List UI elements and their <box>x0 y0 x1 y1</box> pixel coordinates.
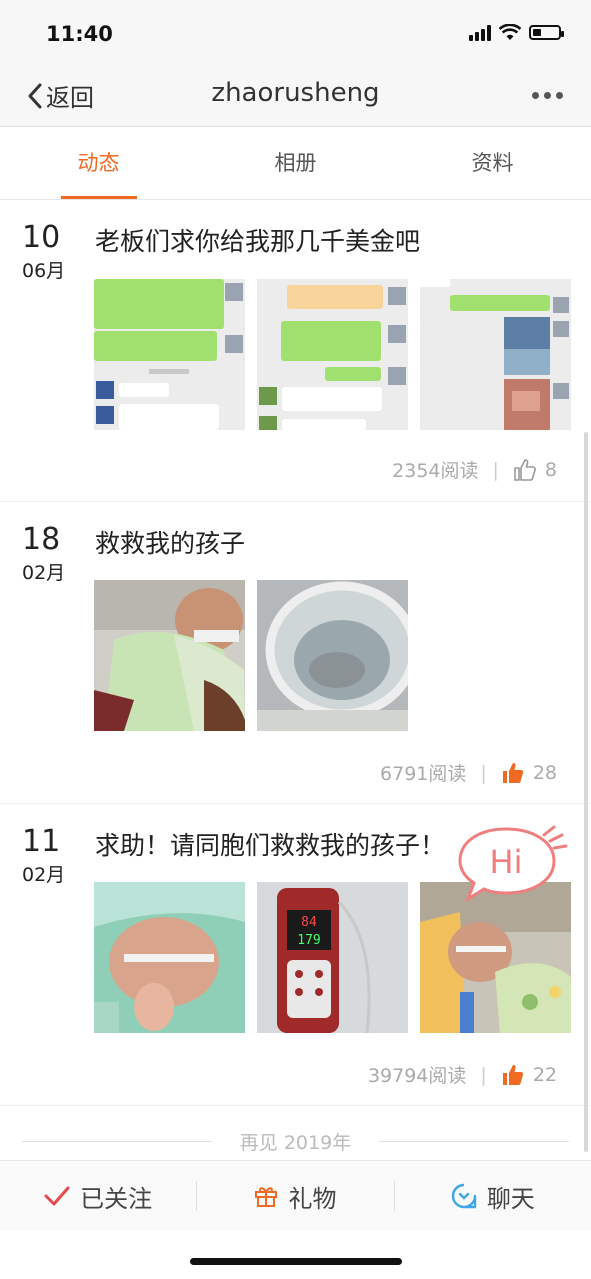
thumbs-up-outline-icon <box>514 458 536 481</box>
hi-sticker: Hi <box>458 825 568 907</box>
follow-button[interactable]: 已关注 <box>0 1179 196 1214</box>
nav-bar: 返回 zhaorusheng <box>0 66 591 127</box>
signal-icon <box>469 24 491 41</box>
divider: | <box>480 761 487 784</box>
chat-icon <box>451 1183 477 1209</box>
post-month: 02月 <box>22 864 66 886</box>
hi-text: Hi <box>490 843 523 881</box>
more-icon[interactable] <box>532 92 563 99</box>
bottom-action-bar: 已关注 礼物 聊天 <box>0 1160 591 1231</box>
post-title: 老板们求你给我那几千美金吧 <box>95 227 421 256</box>
svg-text:179: 179 <box>297 933 320 948</box>
post-stats: 6791阅读 | 28 <box>380 759 557 786</box>
like-button[interactable]: 28 <box>501 761 557 785</box>
tab-profile[interactable]: 资料 <box>394 127 591 199</box>
post-images <box>94 580 408 731</box>
read-count: 39794阅读 <box>367 1065 467 1087</box>
battery-icon <box>529 25 564 40</box>
gift-label: 礼物 <box>288 1184 337 1213</box>
gift-button[interactable]: 礼物 <box>197 1179 393 1214</box>
like-count: 8 <box>544 458 557 481</box>
post-item[interactable]: 18 02月 救救我的孩子 6791阅读 | 28 <box>0 502 591 804</box>
wifi-icon <box>499 24 521 40</box>
chat-label: 聊天 <box>486 1184 535 1213</box>
post-image[interactable] <box>94 882 245 1033</box>
year-end-divider: 再见 2019年 <box>0 1128 591 1155</box>
post-image[interactable] <box>257 279 408 430</box>
check-icon <box>44 1186 70 1206</box>
thumbs-up-filled-icon <box>502 1064 523 1085</box>
chat-button[interactable]: 聊天 <box>395 1179 591 1214</box>
post-day: 18 <box>22 522 61 557</box>
post-image[interactable] <box>420 279 571 430</box>
post-item[interactable]: 10 06月 老板们求你给我那几千美金吧 2354阅读 | 8 <box>0 200 591 502</box>
thumbs-up-filled-icon <box>502 762 523 783</box>
like-button[interactable]: 8 <box>513 458 557 482</box>
post-date: 18 02月 <box>22 524 65 585</box>
svg-text:84: 84 <box>301 915 317 930</box>
like-count: 28 <box>532 761 557 784</box>
status-time: 11:40 <box>46 22 113 46</box>
read-count: 6791阅读 <box>380 763 467 785</box>
follow-label: 已关注 <box>80 1184 153 1213</box>
post-month: 02月 <box>22 562 66 584</box>
post-title: 求助！请同胞们救救我的孩子！ <box>95 831 446 860</box>
status-icons <box>469 24 564 41</box>
post-title: 救救我的孩子 <box>95 529 246 558</box>
page-title: zhaorusheng <box>211 78 380 108</box>
status-bar: 11:40 <box>0 0 591 66</box>
tab-bar: 动态 相册 资料 <box>0 127 591 200</box>
gift-icon <box>255 1187 278 1207</box>
post-image[interactable] <box>94 580 245 731</box>
divider: | <box>480 1063 487 1086</box>
post-date: 10 06月 <box>22 222 65 283</box>
home-indicator <box>190 1258 402 1265</box>
post-image[interactable] <box>257 580 408 731</box>
post-stats: 2354阅读 | 8 <box>392 456 557 483</box>
post-day: 10 <box>22 220 61 255</box>
like-button[interactable]: 22 <box>501 1063 557 1087</box>
post-month: 06月 <box>22 260 66 282</box>
post-image[interactable] <box>94 279 245 430</box>
tab-album[interactable]: 相册 <box>197 127 394 199</box>
read-count: 2354阅读 <box>392 460 479 482</box>
post-image[interactable]: 84 179 <box>257 882 408 1033</box>
like-count: 22 <box>532 1063 557 1086</box>
post-date: 11 02月 <box>22 826 65 887</box>
divider: | <box>492 458 499 481</box>
year-end-label: 再见 2019年 <box>239 1132 352 1154</box>
post-day: 11 <box>22 824 61 859</box>
tab-feed[interactable]: 动态 <box>0 127 197 199</box>
post-images <box>94 279 571 430</box>
post-stats: 39794阅读 | 22 <box>368 1061 557 1088</box>
scrollbar[interactable] <box>584 432 588 1152</box>
